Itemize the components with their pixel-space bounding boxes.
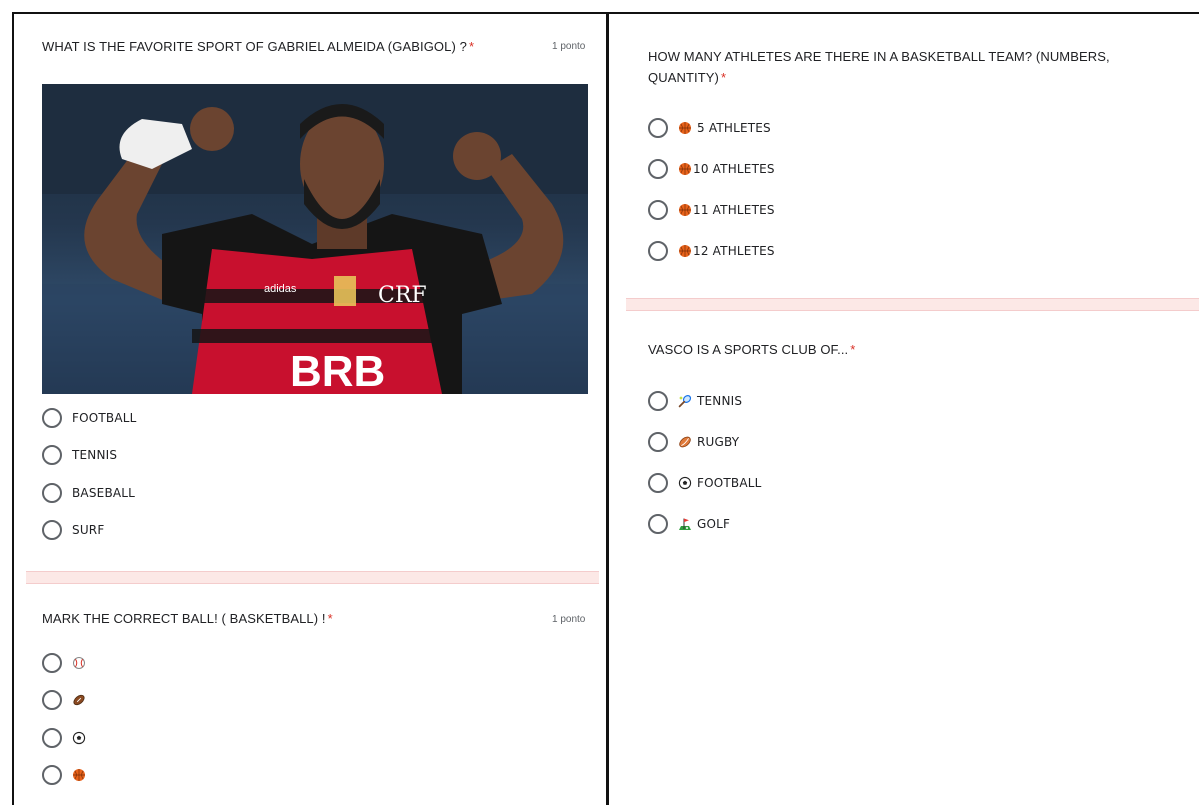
radio-button[interactable] (42, 690, 62, 710)
radio-button[interactable] (648, 432, 668, 452)
required-asterisk: * (468, 39, 475, 54)
crest-text: CRF (378, 283, 427, 308)
right-panel: HOW MANY ATHLETES ARE THERE IN A BASKETB… (609, 14, 1199, 805)
radio-button[interactable] (648, 391, 668, 411)
rugby-ball-icon (679, 436, 691, 448)
baseball-icon (73, 657, 85, 669)
option-basketball[interactable] (42, 765, 91, 785)
option-vasco-tennis[interactable]: TENNIS (648, 391, 742, 411)
points-label: 1 ponto (552, 41, 586, 52)
radio-button[interactable] (648, 514, 668, 534)
option-label: FOOTBALL (678, 476, 762, 490)
left-panel: WHAT IS THE FAVORITE SPORT OF GABRIEL AL… (14, 14, 606, 805)
option-soccer-ball[interactable] (42, 728, 91, 748)
question-title-ball: MARK THE CORRECT BALL! ( BASKETBALL) ! * (42, 611, 333, 626)
soccer-ball-icon (678, 476, 692, 490)
option-label: GOLF (678, 517, 730, 531)
radio-button[interactable] (42, 483, 62, 503)
radio-button[interactable] (42, 728, 62, 748)
radio-button[interactable] (42, 445, 62, 465)
option-label (72, 656, 91, 670)
radio-button[interactable] (648, 241, 668, 261)
option-label: 10 ATHLETES (678, 162, 775, 176)
gabigol-photo: CRF adidas BRB (42, 84, 588, 394)
option-10-athletes[interactable]: 10 ATHLETES (648, 159, 775, 179)
american-football-icon (73, 694, 85, 706)
question-title-gabigol: WHAT IS THE FAVORITE SPORT OF GABRIEL AL… (42, 39, 475, 54)
basketball-icon (679, 245, 691, 257)
option-tennis[interactable]: TENNIS (42, 445, 117, 465)
required-asterisk: * (720, 70, 727, 85)
radio-button[interactable] (42, 408, 62, 428)
option-label: SURF (72, 523, 105, 537)
section-separator (626, 298, 1199, 311)
question-title-vasco: VASCO IS A SPORTS CLUB OF... * (648, 342, 856, 357)
soccer-ball-icon (72, 731, 86, 745)
option-label: BASEBALL (72, 486, 136, 500)
player-illustration: CRF adidas BRB (42, 84, 588, 394)
points-label: 1 ponto (552, 614, 586, 625)
option-label (72, 693, 91, 707)
option-vasco-rugby[interactable]: RUGBY (648, 432, 739, 452)
basketball-icon (679, 122, 691, 134)
option-label: FOOTBALL (72, 411, 137, 425)
option-baseball-ball[interactable] (42, 653, 91, 673)
golf-flag-icon (679, 518, 691, 530)
option-american-football[interactable] (42, 690, 91, 710)
radio-button[interactable] (648, 159, 668, 179)
basketball-icon (73, 769, 85, 781)
option-vasco-golf[interactable]: GOLF (648, 514, 730, 534)
required-asterisk: * (327, 611, 333, 626)
tennis-racket-icon (678, 395, 692, 408)
sponsor-text: BRB (290, 347, 385, 394)
option-baseball[interactable]: BASEBALL (42, 483, 135, 503)
brand-text: adidas (264, 283, 297, 295)
required-asterisk: * (850, 342, 856, 357)
option-vasco-football[interactable]: FOOTBALL (648, 473, 762, 493)
radio-button[interactable] (42, 653, 62, 673)
radio-button[interactable] (42, 765, 62, 785)
option-football[interactable]: FOOTBALL (42, 408, 137, 428)
option-label: TENNIS (678, 394, 742, 408)
radio-button[interactable] (42, 520, 62, 540)
option-label: 11 ATHLETES (678, 203, 775, 217)
question-title-basketball-team: HOW MANY ATHLETES ARE THERE IN A BASKETB… (648, 49, 1110, 85)
option-label: 5 ATHLETES (678, 121, 771, 135)
option-surf[interactable]: SURF (42, 520, 104, 540)
option-label: 12 ATHLETES (678, 244, 775, 258)
option-label (72, 731, 91, 745)
radio-button[interactable] (648, 473, 668, 493)
option-5-athletes[interactable]: 5 ATHLETES (648, 118, 771, 138)
basketball-icon (679, 163, 691, 175)
radio-button[interactable] (648, 200, 668, 220)
radio-button[interactable] (648, 118, 668, 138)
option-11-athletes[interactable]: 11 ATHLETES (648, 200, 775, 220)
option-label: RUGBY (678, 435, 739, 449)
option-12-athletes[interactable]: 12 ATHLETES (648, 241, 775, 261)
option-label (72, 768, 91, 782)
section-separator (26, 571, 599, 584)
option-label: TENNIS (72, 448, 118, 462)
basketball-icon (679, 204, 691, 216)
